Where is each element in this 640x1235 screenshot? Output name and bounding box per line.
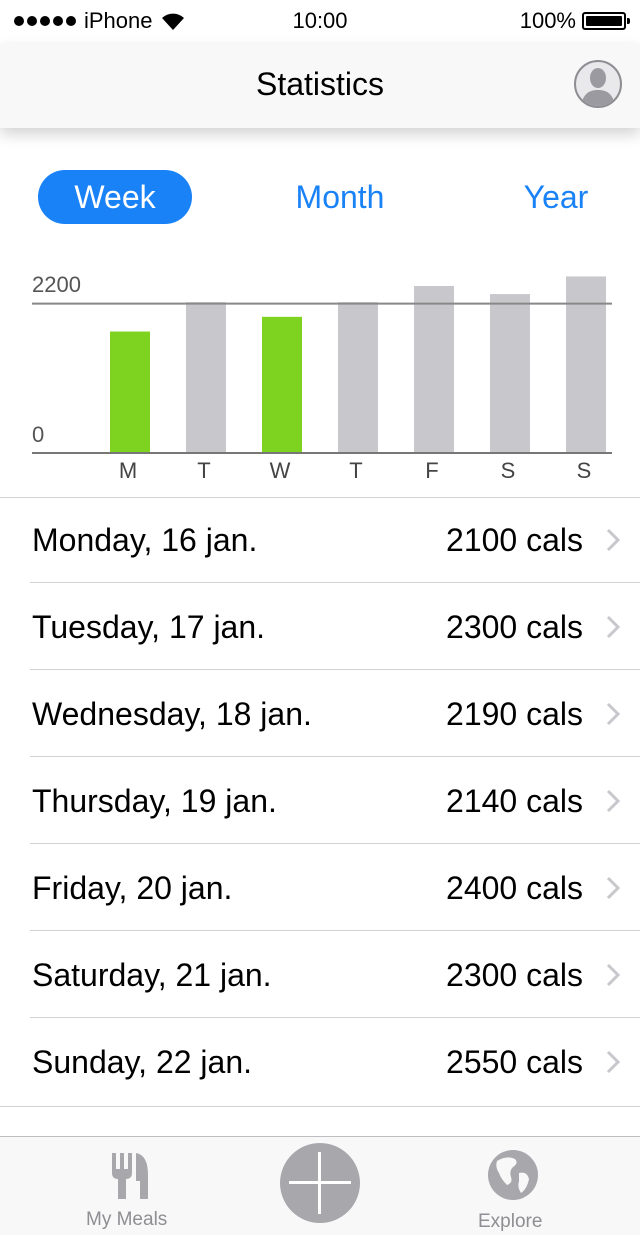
tab-my-meals[interactable]: My Meals — [64, 1137, 194, 1235]
bar-4 — [414, 285, 454, 452]
battery-icon — [582, 12, 630, 30]
x-tick-label-3: T — [349, 458, 362, 483]
list-item-friday[interactable]: Friday, 20 jan. 2400 cals — [0, 845, 640, 931]
list-item-monday[interactable]: Monday, 16 jan. 2100 cals — [0, 497, 640, 583]
calorie-bar-chart: MTWTFSS — [32, 276, 612, 483]
divider — [30, 582, 640, 583]
chevron-right-icon — [606, 1050, 620, 1074]
list-item-tuesday[interactable]: Tuesday, 17 jan. 2300 cals — [0, 584, 640, 670]
tab-label: Explore — [478, 1211, 543, 1232]
person-icon — [581, 68, 615, 106]
status-bar: iPhone 10:00 100% — [0, 0, 640, 44]
calorie-value: 2190 cals — [446, 696, 583, 732]
bar-5 — [490, 294, 530, 452]
bar-1 — [186, 302, 226, 452]
calorie-value: 2140 cals — [446, 783, 583, 819]
tab-explore[interactable]: Explore — [460, 1137, 564, 1235]
divider — [30, 669, 640, 670]
calorie-value: 2550 cals — [446, 1044, 583, 1080]
battery-percentage: 100% — [519, 8, 576, 33]
divider — [30, 843, 640, 844]
page-title: Statistics — [255, 66, 385, 102]
divider — [30, 1017, 640, 1018]
y-tick-label-zero: 0 — [32, 422, 45, 447]
list-item-sunday[interactable]: Sunday, 22 jan. 2550 cals — [0, 1019, 640, 1105]
day-label: Monday, 16 jan. — [32, 522, 258, 558]
divider — [0, 1106, 640, 1107]
period-segmented-control: Week Month Year — [0, 170, 640, 224]
calorie-value: 2300 cals — [446, 609, 583, 645]
segment-month[interactable]: Month — [282, 170, 398, 224]
calorie-value: 2300 cals — [446, 957, 583, 993]
chevron-right-icon — [606, 876, 620, 900]
navigation-bar: Statistics — [0, 44, 640, 128]
chevron-right-icon — [606, 789, 620, 813]
bar-2 — [262, 316, 302, 452]
chevron-right-icon — [606, 528, 620, 552]
tab-label: My Meals — [86, 1209, 168, 1230]
chevron-right-icon — [606, 702, 620, 726]
bar-3 — [338, 302, 378, 452]
bar-0 — [110, 331, 150, 452]
x-tick-label-1: T — [197, 458, 210, 483]
day-label: Saturday, 21 jan. — [32, 957, 272, 993]
y-tick-label-goal: 2200 — [32, 272, 81, 297]
list-item-wednesday[interactable]: Wednesday, 18 jan. 2190 cals — [0, 671, 640, 757]
globe-icon — [488, 1150, 538, 1200]
calorie-chart: M T W T F S S 2200 0 — [0, 250, 640, 490]
segment-week[interactable]: Week — [38, 170, 192, 224]
day-label: Friday, 20 jan. — [32, 870, 233, 906]
chevron-right-icon — [606, 963, 620, 987]
divider — [30, 930, 640, 931]
calorie-value: 2100 cals — [446, 522, 583, 558]
tab-bar: My Meals Explore — [0, 1136, 640, 1235]
x-tick-label-5: S — [501, 458, 516, 483]
calorie-value: 2400 cals — [446, 870, 583, 906]
add-meal-button[interactable] — [280, 1143, 360, 1223]
day-label: Thursday, 19 jan. — [32, 783, 277, 819]
x-tick-label-6: S — [577, 458, 592, 483]
profile-button[interactable] — [574, 60, 622, 108]
day-label: Tuesday, 17 jan. — [32, 609, 266, 645]
day-label: Wednesday, 18 jan. — [32, 696, 312, 732]
fork-knife-icon — [112, 1153, 148, 1199]
x-tick-label-0: M — [119, 458, 137, 483]
chevron-right-icon — [606, 615, 620, 639]
list-item-thursday[interactable]: Thursday, 19 jan. 2140 cals — [0, 758, 640, 844]
divider — [30, 756, 640, 757]
x-tick-label-4: F — [425, 458, 438, 483]
list-item-saturday[interactable]: Saturday, 21 jan. 2300 cals — [0, 932, 640, 1018]
segment-year[interactable]: Year — [514, 170, 598, 224]
day-label: Sunday, 22 jan. — [32, 1044, 253, 1080]
x-tick-label-2: W — [270, 458, 291, 483]
